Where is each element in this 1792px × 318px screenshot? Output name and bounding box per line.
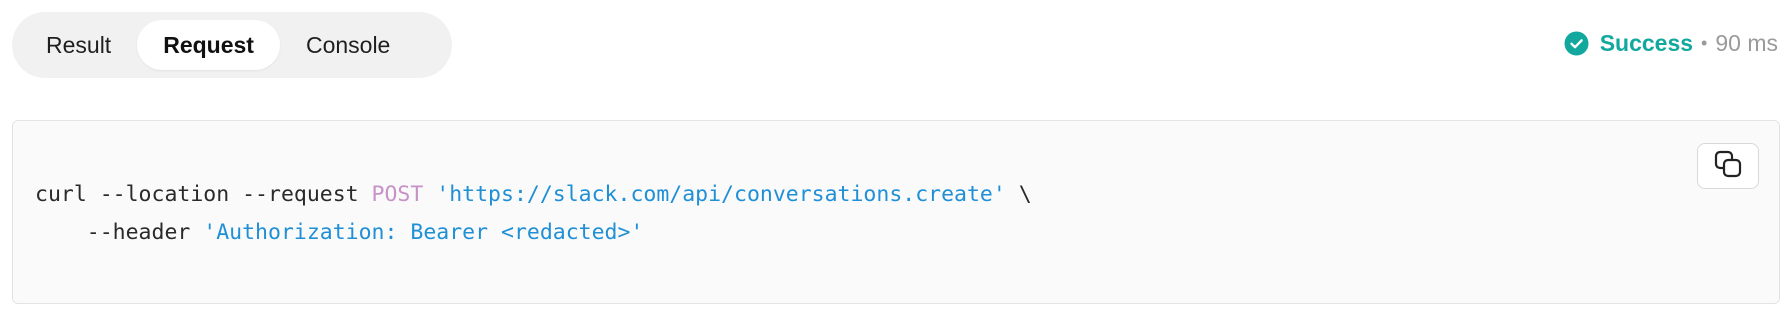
code-header-value: 'Authorization: Bearer <redacted>' [203,220,644,245]
tab-console[interactable]: Console [280,20,416,70]
tab-result[interactable]: Result [20,20,137,70]
code-curl-command: curl --location --request [35,182,372,207]
status-text: Success [1599,29,1694,56]
copy-icon [1714,150,1742,183]
check-circle-icon [1564,31,1589,56]
curl-snippet: curl --location --request POST 'https://… [35,176,1032,252]
code-http-method: POST [371,182,424,207]
status-separator: • [1701,32,1708,53]
status-indicator: Success • 90 ms [1564,25,1778,61]
code-line-2: --header 'Authorization: Bearer <redacte… [35,220,644,245]
code-line-continuation: \ [1005,182,1032,207]
request-tab-bar: Result Request Console [12,12,452,78]
code-line-1: curl --location --request POST 'https://… [35,182,1032,207]
code-header-flag: --header [35,220,204,245]
code-block: curl --location --request POST 'https://… [12,120,1780,304]
code-url: 'https://slack.com/api/conversations.cre… [436,182,1006,207]
response-time: 90 ms [1715,29,1778,56]
tab-request[interactable]: Request [137,20,280,70]
copy-button[interactable] [1697,143,1759,189]
